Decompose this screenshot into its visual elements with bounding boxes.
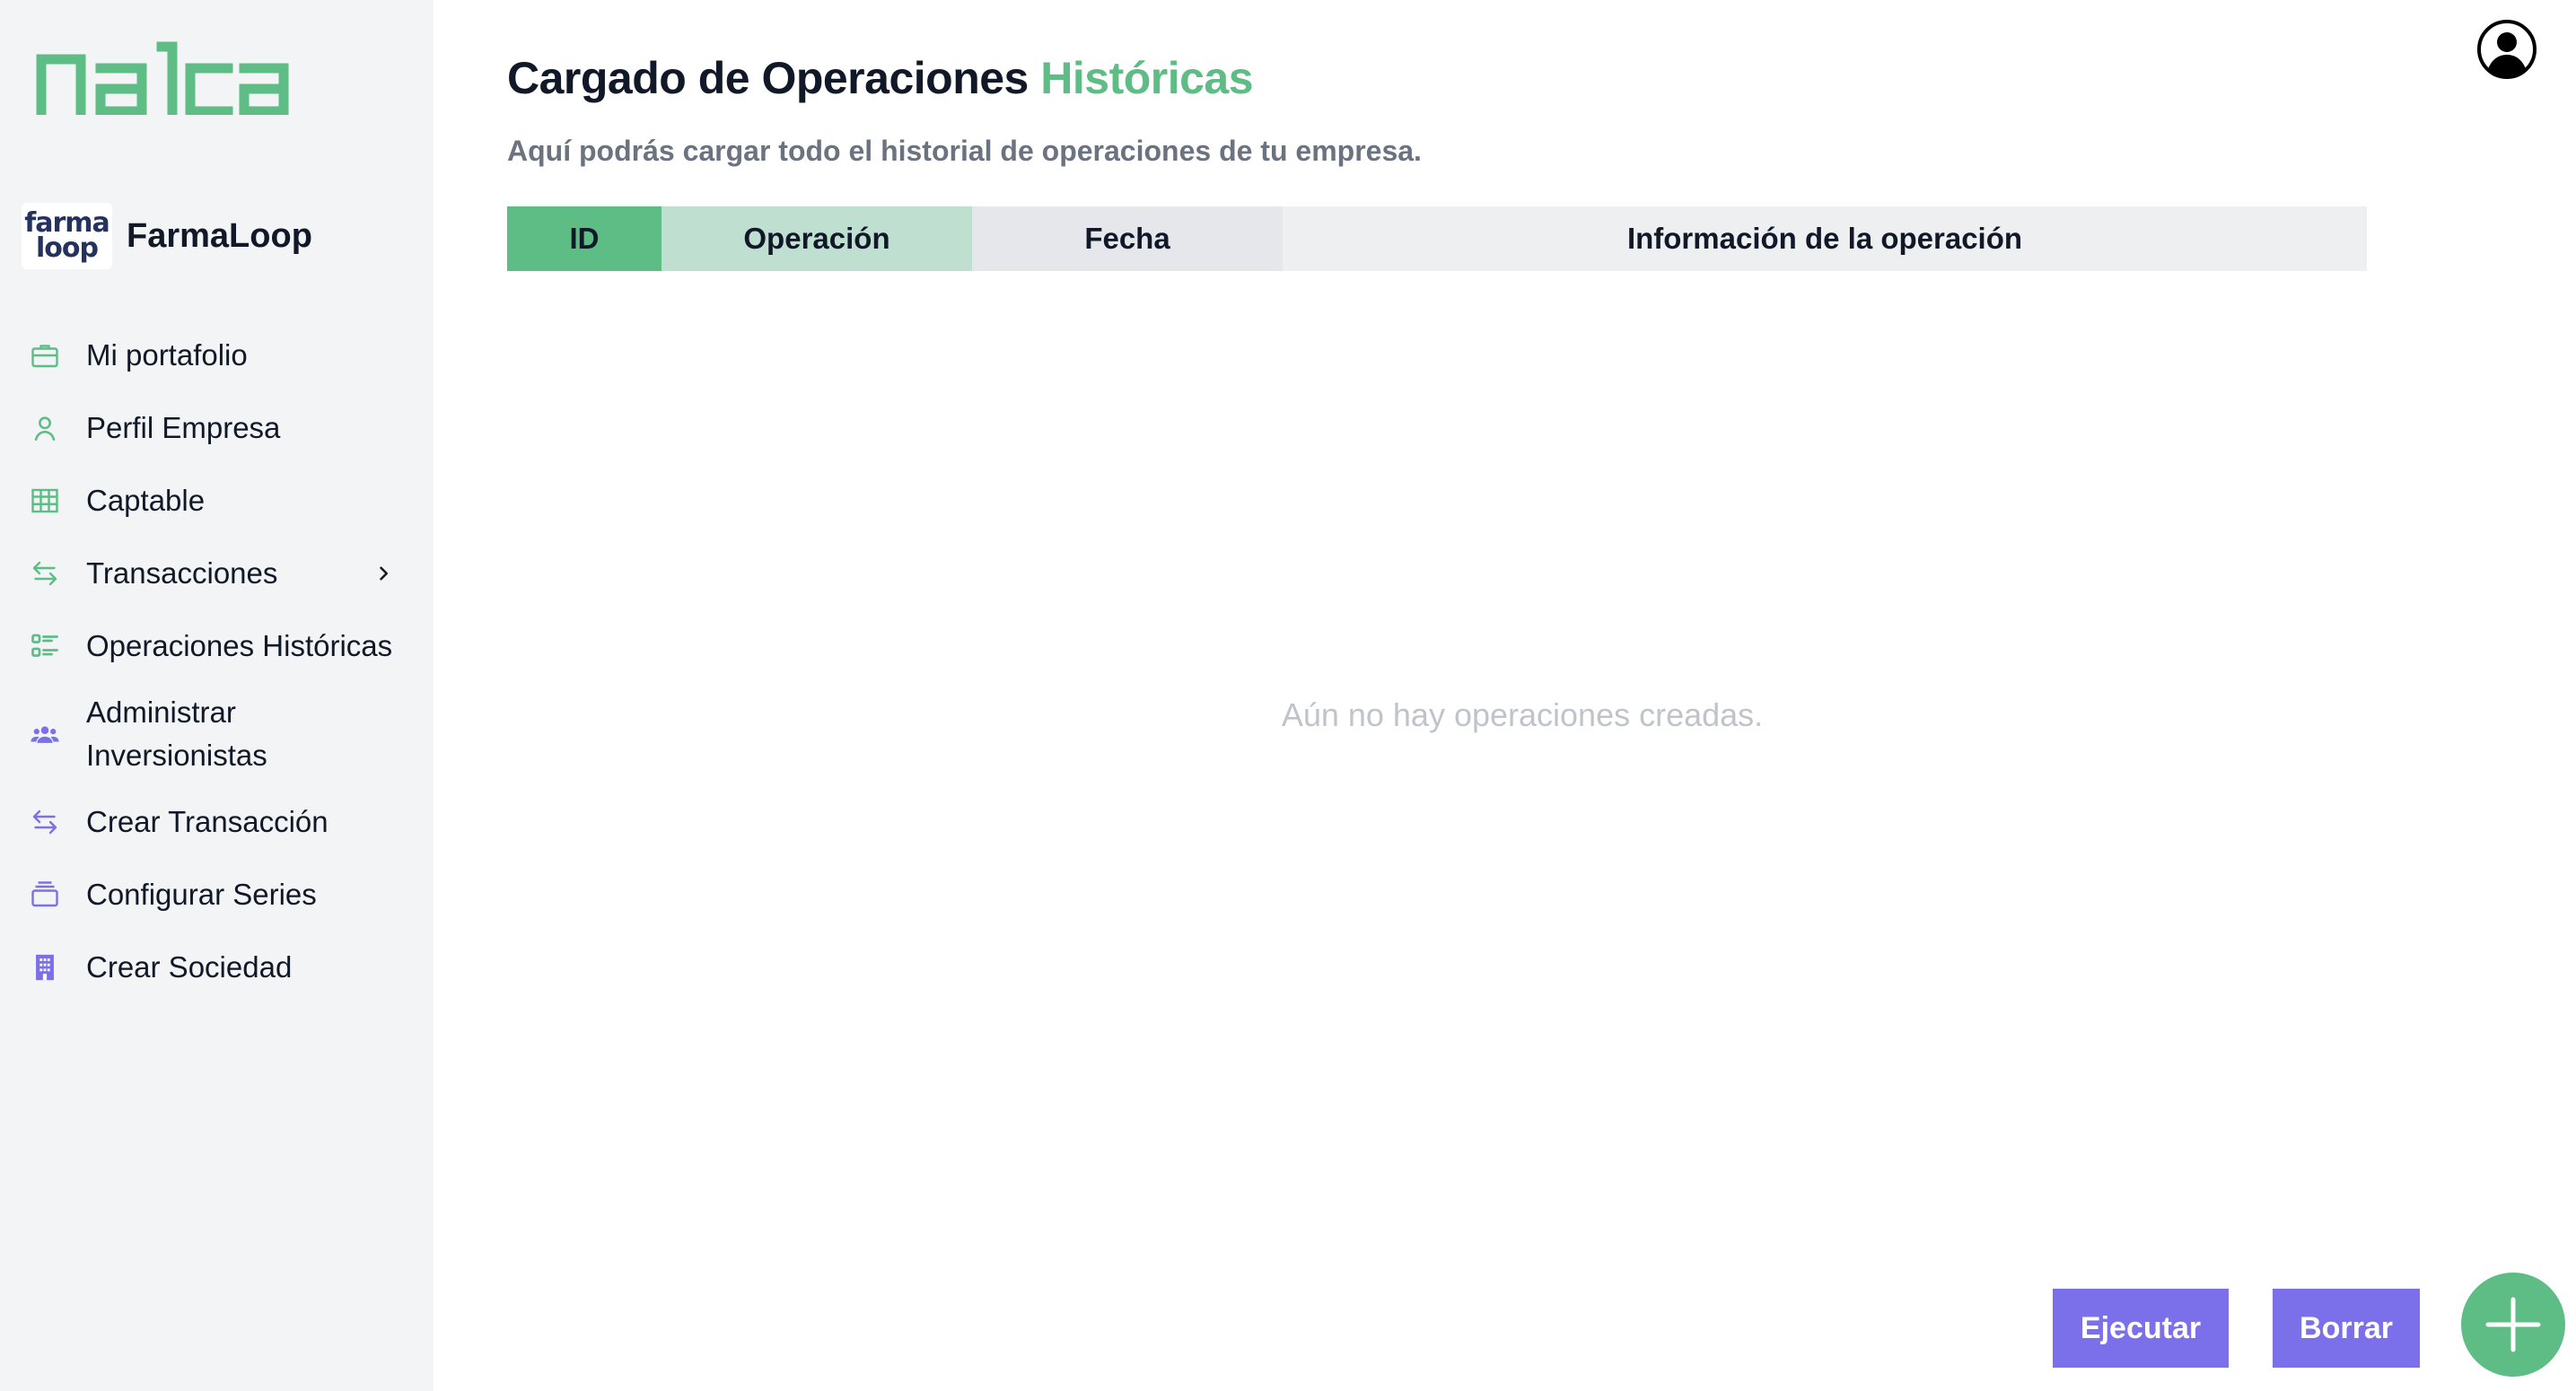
sidebar-item-label: Crear Sociedad xyxy=(86,950,293,984)
sidebar-item-administrar-inversionistas[interactable]: Administrar Inversionistas xyxy=(27,691,413,777)
sidebar-item-crear-transaccion[interactable]: Crear Transacción xyxy=(27,800,413,844)
chevron-right-icon[interactable] xyxy=(370,560,397,587)
column-header-id[interactable]: ID xyxy=(507,206,662,271)
sidebar-item-mi-portafolio[interactable]: Mi portafolio xyxy=(27,334,413,377)
sidebar-item-label-line2: Inversionistas xyxy=(86,739,267,772)
sidebar-item-perfil-empresa[interactable]: Perfil Empresa xyxy=(27,407,413,450)
sidebar-item-label: Perfil Empresa xyxy=(86,411,281,444)
company-logo: farma loop xyxy=(22,203,112,269)
sidebar-item-label: Operaciones Históricas xyxy=(86,629,393,662)
sidebar-item-label: Captable xyxy=(86,484,206,517)
column-header-operacion[interactable]: Operación xyxy=(662,206,972,271)
user-icon xyxy=(27,410,63,446)
add-operation-button[interactable] xyxy=(2461,1273,2565,1377)
users-group-icon xyxy=(27,716,63,752)
layers-icon xyxy=(27,877,63,913)
empty-state-message: Aún no hay operaciones creadas. xyxy=(1281,696,1764,733)
building-icon xyxy=(27,949,63,985)
briefcase-icon xyxy=(27,337,63,373)
delete-button[interactable]: Borrar xyxy=(2273,1289,2420,1368)
sidebar: farma loop FarmaLoop Mi portafolio Perfi… xyxy=(0,0,434,1391)
column-header-fecha[interactable]: Fecha xyxy=(972,206,1283,271)
page-title-accent: Históricas xyxy=(1040,53,1254,103)
sidebar-item-captable[interactable]: Captable xyxy=(27,479,413,522)
sidebar-item-operaciones-historicas[interactable]: Operaciones Históricas xyxy=(27,625,413,668)
sidebar-item-label: Configurar Series xyxy=(86,878,317,911)
list-check-icon xyxy=(27,628,63,664)
page-subtitle: Aquí podrás cargar todo el historial de … xyxy=(507,135,1422,167)
nalca-logo-mark xyxy=(36,41,289,117)
sidebar-item-label-line1: Administrar xyxy=(86,696,236,729)
sidebar-item-configurar-series[interactable]: Configurar Series xyxy=(27,873,413,916)
arrows-exchange-icon xyxy=(27,556,63,591)
sidebar-item-crear-sociedad[interactable]: Crear Sociedad xyxy=(27,946,413,989)
sidebar-item-label: Crear Transacción xyxy=(86,805,329,838)
nalca-logo[interactable] xyxy=(36,39,289,119)
plus-icon xyxy=(2485,1297,2541,1352)
company-selector[interactable]: farma loop FarmaLoop xyxy=(22,203,312,269)
sidebar-item-label: Administrar Inversionistas xyxy=(86,691,267,777)
sidebar-item-transacciones[interactable]: Transacciones xyxy=(27,552,413,595)
execute-button[interactable]: Ejecutar xyxy=(2053,1289,2229,1368)
operations-table-header: ID Operación Fecha Información de la ope… xyxy=(507,206,2367,271)
sidebar-item-label: Mi portafolio xyxy=(86,338,248,372)
column-header-informacion[interactable]: Información de la operación xyxy=(1283,206,2367,271)
user-menu-button[interactable] xyxy=(2475,18,2538,81)
arrows-exchange-icon xyxy=(27,804,63,840)
company-name: FarmaLoop xyxy=(127,216,312,255)
page-title: Cargado de Operaciones Históricas xyxy=(507,52,1254,104)
table-icon xyxy=(27,483,63,519)
user-circle-icon xyxy=(2477,20,2537,79)
sidebar-item-label: Transacciones xyxy=(86,556,278,590)
company-logo-line2: loop xyxy=(36,232,99,264)
page-title-main: Cargado de Operaciones xyxy=(507,53,1029,103)
